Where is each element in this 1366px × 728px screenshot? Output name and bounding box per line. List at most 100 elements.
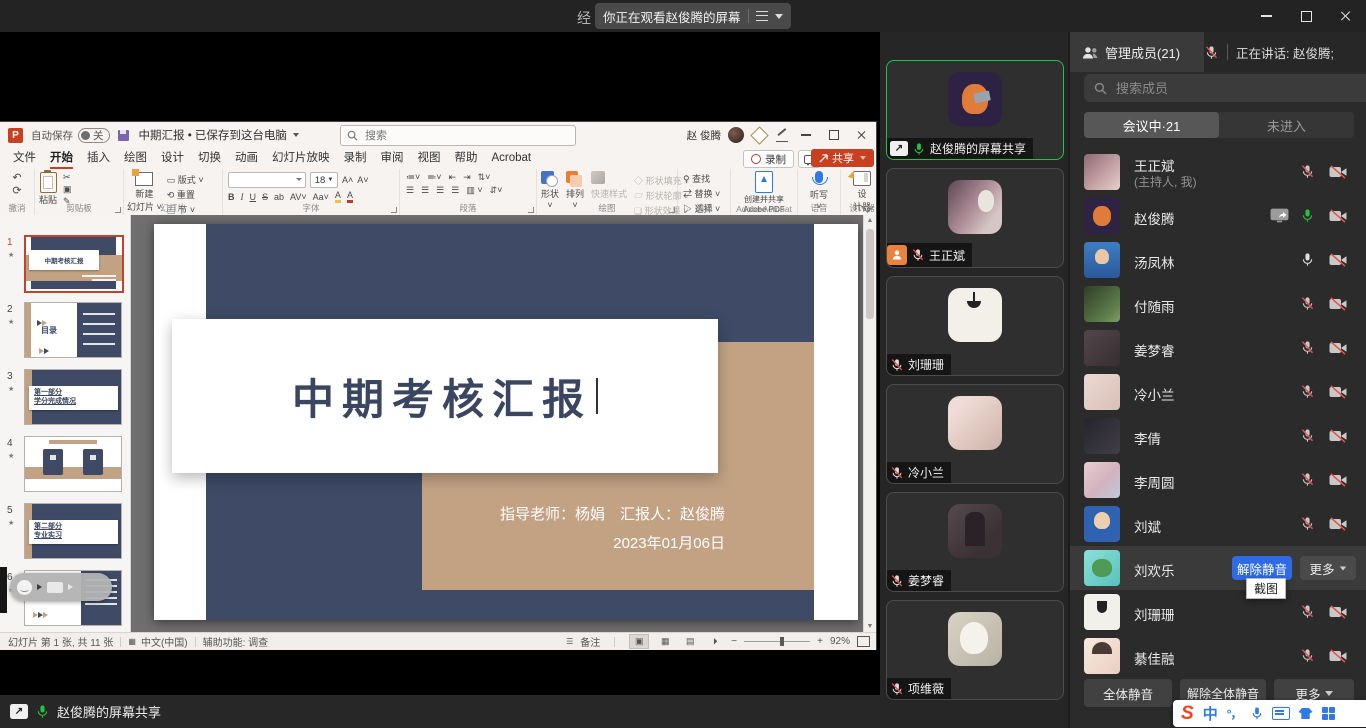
ppt-share-button[interactable]: 共享 [811, 149, 874, 167]
member-search-box[interactable] [1084, 74, 1366, 102]
layout-button[interactable]: ▭ 版式 ˅ [167, 173, 204, 186]
redo-icon[interactable]: ⟳ [0, 184, 34, 197]
dialog-launcher-icon[interactable] [669, 207, 675, 213]
slide-credits[interactable]: 指导老师：杨娟 汇报人：赵俊腾 2023年01月06日 [500, 507, 725, 551]
current-slide[interactable]: 中期考核汇报 指导老师：杨娟 汇报人：赵俊腾 2023年01月06日 [154, 224, 858, 620]
camera-off-icon[interactable] [1329, 297, 1347, 311]
member-row[interactable]: 汤凤林 [1070, 238, 1366, 282]
underline-button[interactable]: U [250, 192, 257, 202]
canvas-scrollbar[interactable]: ▲ ▼ [863, 215, 876, 632]
video-tile-screen-share[interactable]: ↗ 赵俊腾的屏幕共享 [886, 60, 1064, 160]
ime-keyboard-icon[interactable] [1272, 707, 1290, 720]
reading-view-button[interactable]: ▤ [681, 635, 699, 648]
scroll-down-icon[interactable]: ▼ [864, 623, 876, 630]
mic-on-icon[interactable] [1300, 208, 1315, 223]
ime-skin-icon[interactable] [1299, 708, 1313, 719]
tab-not-joined[interactable]: 未进入 [1219, 112, 1354, 138]
camera-off-icon[interactable] [1329, 649, 1347, 663]
layout-menu-icon[interactable] [756, 11, 768, 21]
tab-transitions[interactable]: 切换 [191, 148, 228, 169]
zoom-slider-knob[interactable] [780, 637, 784, 646]
mic-muted-icon[interactable] [1300, 164, 1315, 179]
manage-members-tab[interactable]: 管理成员(21) [1070, 32, 1204, 72]
camera-off-icon[interactable] [1329, 341, 1347, 355]
video-tile[interactable]: 姜梦睿 [886, 492, 1064, 592]
decrease-indent-button[interactable]: ⇤ [449, 172, 457, 183]
ime-toolbar[interactable]: S 中 °， [1173, 700, 1366, 727]
line-spacing-button[interactable]: ⇅˅ [478, 172, 491, 183]
inking-pen-icon[interactable] [776, 129, 788, 142]
unmute-button[interactable]: 解除静音 [1232, 556, 1292, 580]
ime-language-button[interactable]: 中 [1203, 703, 1218, 724]
scrollbar-thumb[interactable] [866, 229, 874, 319]
floating-overlay[interactable] [10, 573, 112, 601]
tab-design[interactable]: 设计 [154, 148, 191, 169]
camera-off-icon[interactable] [1329, 253, 1347, 267]
tab-draw[interactable]: 绘图 [117, 148, 154, 169]
camera-off-icon[interactable] [1329, 165, 1347, 179]
increase-indent-button[interactable]: ⇥ [463, 172, 471, 183]
zoom-slider[interactable] [744, 641, 810, 643]
reset-button[interactable]: ⟲ 重置 [167, 188, 204, 201]
more-button[interactable]: 更多 [1300, 556, 1356, 580]
watching-screen-banner[interactable]: 你正在观看赵俊腾的屏幕 [595, 3, 791, 29]
camera-off-icon[interactable] [1329, 209, 1347, 223]
account-avatar[interactable] [728, 127, 744, 143]
tab-animations[interactable]: 动画 [228, 148, 265, 169]
member-row[interactable]: 姜梦睿 [1070, 326, 1366, 370]
slide-thumbnail-2[interactable]: 目录 [24, 302, 122, 358]
grow-font-button[interactable]: A˄ [342, 175, 353, 185]
member-row[interactable]: 付随雨 [1070, 282, 1366, 326]
account-name[interactable]: 赵 俊腾 [687, 122, 721, 148]
font-name-select[interactable] [228, 172, 306, 188]
dialog-launcher-icon[interactable] [115, 207, 121, 213]
zoom-in-button[interactable]: + [817, 636, 823, 647]
restore-button[interactable] [1286, 0, 1326, 32]
ime-toolbox-icon[interactable] [1322, 707, 1335, 720]
slideshow-button[interactable]: ⏵ [706, 635, 724, 648]
mic-muted-icon[interactable] [1300, 516, 1315, 531]
member-row[interactable]: 冷小兰 [1070, 370, 1366, 414]
member-row[interactable]: 綦佳融 [1070, 634, 1366, 678]
strikethrough-button[interactable]: S [262, 192, 268, 202]
mic-muted-icon[interactable] [1300, 384, 1315, 399]
camera-off-icon[interactable] [1329, 517, 1347, 531]
tab-review[interactable]: 审阅 [374, 148, 411, 169]
sogou-logo-icon[interactable]: S [1181, 703, 1194, 725]
zoom-out-button[interactable]: − [731, 636, 737, 647]
slide-thumbnail-5[interactable]: 第二部分 专业实习 [24, 503, 122, 559]
tab-view[interactable]: 视图 [411, 148, 448, 169]
tab-file[interactable]: 文件 [6, 148, 43, 169]
copy-icon[interactable]: ▣ [63, 184, 72, 195]
scroll-up-icon[interactable]: ▲ [864, 217, 876, 224]
shrink-font-button[interactable]: A˅ [357, 175, 368, 185]
ime-punctuation-button[interactable]: °， [1227, 705, 1242, 722]
document-title[interactable]: 中期汇报 • 已保存到这台电脑 [139, 127, 287, 143]
mic-unmuted-icon[interactable] [1300, 252, 1315, 267]
numbering-button[interactable]: ≕˅ [427, 172, 441, 183]
video-tile[interactable]: 项维薇 [886, 600, 1064, 700]
tab-slideshow[interactable]: 幻灯片放映 [265, 148, 337, 169]
zoom-percent[interactable]: 92% [830, 636, 850, 647]
find-button[interactable]: ⚲ 查找 [683, 172, 725, 185]
slide-sorter-button[interactable]: ▦ [656, 635, 674, 648]
bold-button[interactable]: B [228, 192, 235, 202]
mic-muted-icon[interactable] [1300, 296, 1315, 311]
member-row[interactable]: 刘斌 [1070, 502, 1366, 546]
ime-voice-icon[interactable] [1251, 706, 1263, 721]
normal-view-button[interactable]: ▣ [629, 634, 649, 649]
camera-off-icon[interactable] [1329, 429, 1347, 443]
member-row[interactable]: 刘珊珊 [1070, 590, 1366, 634]
cut-icon[interactable]: ✂ [63, 172, 72, 183]
align-center-button[interactable]: ☰ [421, 185, 429, 196]
slide-title-card[interactable]: 中期考核汇报 [172, 319, 718, 473]
spell-check-icon[interactable]: ▦ [128, 637, 136, 646]
mic-muted-icon[interactable] [1300, 340, 1315, 355]
tab-record[interactable]: 录制 [337, 148, 374, 169]
slide-title[interactable]: 中期考核汇报 [292, 366, 592, 427]
dialog-launcher-icon[interactable] [528, 207, 534, 213]
camera-off-icon[interactable] [1329, 473, 1347, 487]
accessibility-status[interactable]: 辅助功能: 调查 [203, 634, 269, 649]
mic-muted-icon[interactable] [1300, 604, 1315, 619]
ppt-search-box[interactable] [340, 125, 576, 146]
